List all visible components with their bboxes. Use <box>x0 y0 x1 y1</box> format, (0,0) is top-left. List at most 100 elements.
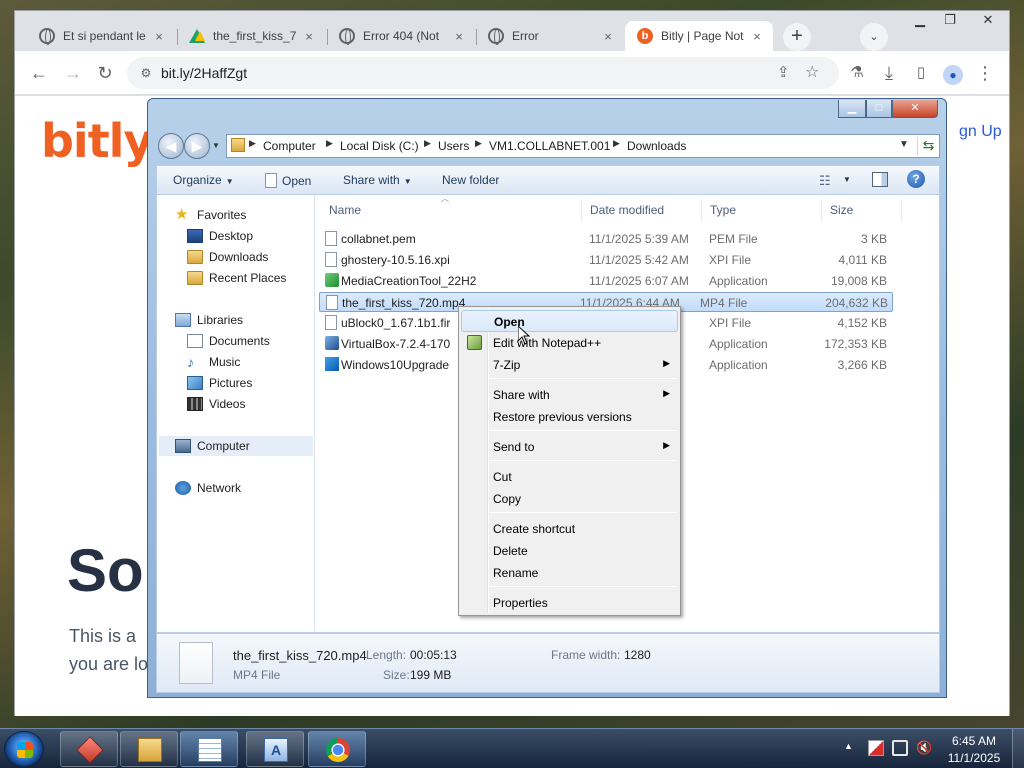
column-separator[interactable] <box>581 199 582 221</box>
view-dropdown-icon[interactable]: ▼ <box>843 175 851 184</box>
organize-button[interactable]: Organize ▼ <box>173 173 234 187</box>
nav-computer[interactable]: Computer <box>159 436 313 456</box>
close-icon[interactable]: × <box>301 29 317 44</box>
taskbar-app-virtualbox[interactable] <box>60 731 118 767</box>
nav-downloads[interactable]: Downloads <box>187 247 268 267</box>
details-pane: the_first_kiss_720.mp4 MP4 File Length: … <box>156 633 940 693</box>
taskbar-app-notepad[interactable] <box>180 731 238 767</box>
file-row[interactable]: collabnet.pem 11/1/2025 5:39 AM PEM File… <box>319 229 893 249</box>
forward-button[interactable]: → <box>61 61 85 85</box>
column-separator[interactable] <box>821 199 822 221</box>
tab-search-button[interactable]: ⌄ <box>860 23 888 51</box>
minimize-button[interactable]: ▁ <box>838 100 866 118</box>
breadcrumb-item[interactable]: Local Disk (C:) <box>340 139 419 153</box>
clock-time[interactable]: 6:45 AM <box>946 734 1002 748</box>
start-button[interactable] <box>4 731 44 767</box>
address-dropdown-icon[interactable]: ▼ <box>899 139 909 150</box>
breadcrumb-item[interactable]: Computer <box>263 139 316 153</box>
back-button[interactable]: ← <box>27 61 51 85</box>
nav-desktop[interactable]: Desktop <box>187 226 253 246</box>
url-text[interactable]: bit.ly/2HaffZgt <box>161 65 247 81</box>
nav-recent-places[interactable]: Recent Places <box>187 268 286 288</box>
column-separator[interactable] <box>701 199 702 221</box>
share-icon[interactable]: ⇪ <box>777 63 790 81</box>
new-tab-button[interactable]: + <box>783 23 811 51</box>
menu-kebab-icon[interactable]: ⋮ <box>973 61 997 85</box>
nav-network[interactable]: Network <box>175 478 241 498</box>
share-with-button[interactable]: Share with ▼ <box>343 173 412 187</box>
menu-item-copy[interactable]: Copy <box>461 488 678 510</box>
close-window-button[interactable]: ✕ <box>973 11 1003 31</box>
column-header-size[interactable]: Size <box>830 203 853 217</box>
menu-item-rename[interactable]: Rename <box>461 562 678 584</box>
nav-music[interactable]: ♪ Music <box>187 352 240 372</box>
open-button[interactable]: Open <box>265 173 311 188</box>
address-bar[interactable]: ⚙ bit.ly/2HaffZgt ⇪ ☆ <box>127 57 839 89</box>
file-row[interactable]: ghostery-10.5.16.xpi 11/1/2025 5:42 AM X… <box>319 250 893 270</box>
labs-flask-icon[interactable]: ⚗ <box>845 61 869 85</box>
show-desktop-button[interactable] <box>1012 729 1024 768</box>
breadcrumb-item[interactable]: VM1.COLLABNET.001 <box>489 139 610 153</box>
menu-item-cut[interactable]: Cut <box>461 466 678 488</box>
file-row[interactable]: MediaCreationTool_22H2 11/1/2025 6:07 AM… <box>319 271 893 291</box>
taskbar-app-wordpad[interactable]: A <box>246 731 304 767</box>
menu-item-open[interactable]: Open <box>461 310 678 332</box>
refresh-icon[interactable]: ⇆ <box>917 137 939 155</box>
menu-item-restore-versions[interactable]: Restore previous versions <box>461 406 678 428</box>
nav-favorites[interactable]: ★ Favorites <box>175 205 246 225</box>
menu-item-create-shortcut[interactable]: Create shortcut <box>461 518 678 540</box>
column-separator[interactable] <box>901 199 902 221</box>
close-window-button[interactable]: ✕ <box>892 100 938 118</box>
preview-pane-icon[interactable] <box>872 172 888 187</box>
column-header-name[interactable]: Name <box>329 203 361 217</box>
breadcrumb[interactable]: ▶ Computer ▶ Local Disk (C:) ▶ Users ▶ V… <box>226 134 940 158</box>
breadcrumb-item[interactable]: Downloads <box>627 139 686 153</box>
menu-item-send-to[interactable]: Send to ▶ <box>461 436 678 458</box>
close-icon[interactable]: × <box>451 29 467 44</box>
site-info-icon[interactable]: ⚙ <box>137 64 155 82</box>
column-header-date[interactable]: Date modified <box>590 203 664 217</box>
new-folder-button[interactable]: New folder <box>442 173 499 187</box>
recent-pages-chevron-icon[interactable]: ▼ <box>212 141 220 150</box>
tab-1[interactable]: the_first_kiss_7 × <box>177 21 325 51</box>
nav-libraries[interactable]: Libraries <box>175 310 243 330</box>
breadcrumb-item[interactable]: Users <box>438 139 469 153</box>
bitly-logo[interactable]: bitly <box>41 114 153 168</box>
close-icon[interactable]: × <box>600 29 616 44</box>
menu-item-edit-notepad[interactable]: Edit with Notepad++ <box>461 332 678 354</box>
download-icon[interactable]: ⤓ <box>877 61 901 85</box>
maximize-button[interactable]: □ <box>866 100 892 118</box>
reload-button[interactable]: ↻ <box>93 61 117 85</box>
help-icon[interactable]: ? <box>907 170 925 188</box>
minimize-button[interactable]: ▁ <box>905 11 935 31</box>
column-header-type[interactable]: Type <box>710 203 736 217</box>
volume-muted-icon[interactable]: 🔇 <box>916 740 932 756</box>
menu-item-7zip[interactable]: 7-Zip ▶ <box>461 354 678 376</box>
network-status-icon[interactable] <box>892 740 908 756</box>
taskbar-app-explorer[interactable] <box>120 731 178 767</box>
nav-videos[interactable]: Videos <box>187 394 245 414</box>
close-icon[interactable]: × <box>749 29 765 44</box>
clock-date[interactable]: 11/1/2025 <box>946 751 1002 765</box>
bookmark-star-icon[interactable]: ☆ <box>805 62 819 82</box>
profile-avatar[interactable]: ● <box>941 61 965 85</box>
action-center-flag-icon[interactable] <box>868 740 884 756</box>
signup-link[interactable]: gn Up <box>959 123 1002 141</box>
forward-button[interactable]: ▶ <box>184 133 210 159</box>
menu-item-share-with[interactable]: Share with ▶ <box>461 384 678 406</box>
menu-item-delete[interactable]: Delete <box>461 540 678 562</box>
restore-button[interactable]: ❐ <box>935 11 965 31</box>
tab-3[interactable]: Error × <box>476 21 624 51</box>
tab-2[interactable]: Error 404 (Not × <box>327 21 475 51</box>
view-options-icon[interactable]: ☷ <box>819 173 833 188</box>
back-button[interactable]: ◀ <box>158 133 184 159</box>
tab-4[interactable]: b Bitly | Page Not × <box>625 21 773 51</box>
close-icon[interactable]: × <box>151 29 167 44</box>
show-hidden-icons[interactable]: ▲ <box>844 741 853 751</box>
menu-item-properties[interactable]: Properties <box>461 592 678 614</box>
side-panel-icon[interactable]: ▯ <box>909 61 933 85</box>
nav-pictures[interactable]: Pictures <box>187 373 252 393</box>
nav-documents[interactable]: Documents <box>187 331 270 351</box>
tab-0[interactable]: Et si pendant le × <box>27 21 175 51</box>
taskbar-app-chrome[interactable] <box>308 731 366 767</box>
